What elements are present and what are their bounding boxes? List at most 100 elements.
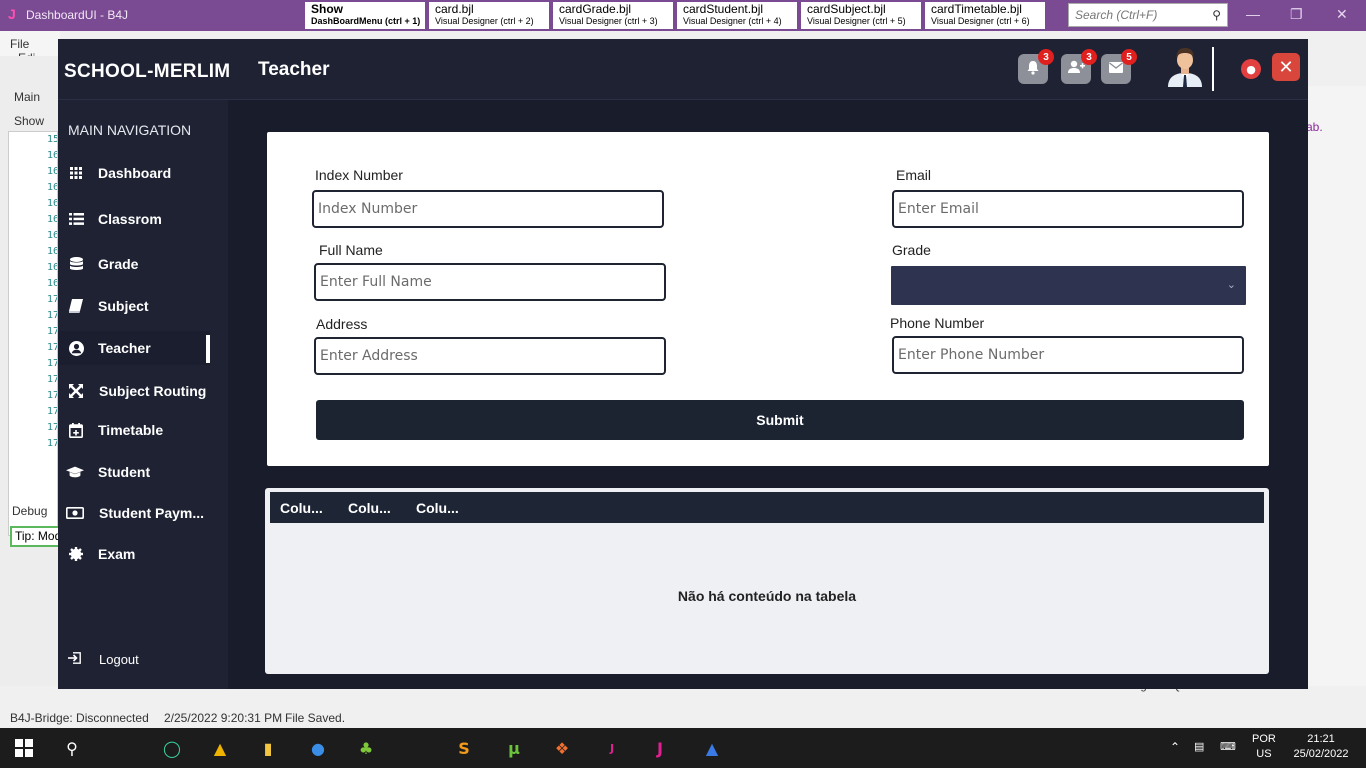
taskbar-folder-icon[interactable]: ▮ bbox=[256, 736, 280, 760]
ide-menu-bar: File Edi bbox=[0, 31, 60, 65]
ide-tab-name: cardGrade.bjl bbox=[559, 2, 632, 16]
ide-right-panel: ab. bbox=[1306, 86, 1366, 686]
list-icon bbox=[67, 210, 85, 228]
taskbar-browser-icon[interactable]: ● bbox=[306, 736, 330, 760]
grade-select[interactable]: ⌄ bbox=[891, 266, 1246, 305]
table-empty-message: Não há conteúdo na tabela bbox=[677, 588, 857, 604]
logout-label: Logout bbox=[99, 652, 139, 667]
sidebar-item-dashboard[interactable]: Dashboard bbox=[58, 156, 210, 190]
ide-tab-card[interactable]: card.bjl Visual Designer (ctrl + 2) bbox=[429, 2, 549, 29]
taskbar-clover-icon[interactable]: ♣ bbox=[354, 736, 378, 760]
address-input[interactable] bbox=[314, 337, 666, 375]
phone-number-input[interactable] bbox=[892, 336, 1244, 374]
line-number: 16 bbox=[47, 262, 58, 273]
ide-main-label[interactable]: Main bbox=[14, 90, 40, 104]
expand-arrows-icon bbox=[67, 382, 85, 400]
ide-tab-sub: Visual Designer (ctrl + 2) bbox=[435, 16, 534, 26]
search-icon: ⚲ bbox=[1212, 8, 1221, 22]
full-name-input[interactable] bbox=[314, 263, 666, 301]
ide-tab-sub: Visual Designer (ctrl + 5) bbox=[807, 16, 906, 26]
table-column-header[interactable]: Colu... bbox=[406, 500, 474, 516]
sidebar-item-teacher[interactable]: Teacher bbox=[58, 331, 210, 365]
tray-chevron-icon[interactable]: ⌃ bbox=[1170, 740, 1180, 755]
sidebar-item-timetable[interactable]: Timetable bbox=[58, 413, 210, 447]
page-title: Teacher bbox=[258, 59, 330, 80]
app-close-button[interactable]: ✕ bbox=[1272, 53, 1300, 81]
header-separator bbox=[1212, 47, 1214, 91]
sidebar-item-student-payment[interactable]: Student Paym... bbox=[58, 496, 210, 530]
ide-tab-show[interactable]: Show DashBoardMenu (ctrl + 1) bbox=[305, 2, 425, 29]
taskbar-b4j-icon[interactable]: J bbox=[600, 736, 624, 760]
table-column-header[interactable]: Colu... bbox=[270, 500, 338, 516]
sidebar-item-student[interactable]: Student bbox=[58, 455, 210, 489]
sidebar-item-subject[interactable]: Subject bbox=[58, 289, 210, 323]
email-input[interactable] bbox=[892, 190, 1244, 228]
windows-start-icon[interactable] bbox=[12, 736, 36, 760]
logout-button[interactable]: Logout bbox=[58, 648, 210, 672]
address-label: Address bbox=[316, 316, 368, 332]
ide-show-label[interactable]: Show bbox=[14, 114, 44, 128]
ide-tab-card-timetable[interactable]: cardTimetable.bjl Visual Designer (ctrl … bbox=[925, 2, 1045, 29]
main-content: Index Number Email Full Name Grade ⌄ Add… bbox=[228, 100, 1308, 689]
taskbar-app-icon[interactable]: ▲ bbox=[700, 736, 724, 760]
taskbar-app-icon[interactable]: ▲ bbox=[208, 736, 232, 760]
line-number: 16 bbox=[47, 166, 58, 177]
taskbar-sublime-icon[interactable]: S bbox=[452, 736, 476, 760]
tray-notes-icon[interactable]: ▤ bbox=[1194, 740, 1204, 755]
cog-icon bbox=[67, 545, 85, 563]
ide-tab-card-subject[interactable]: cardSubject.bjl Visual Designer (ctrl + … bbox=[801, 2, 921, 29]
ide-right-snippet: ab. bbox=[1306, 120, 1323, 134]
notifications-button[interactable]: 3 bbox=[1018, 49, 1054, 84]
record-button[interactable]: ● bbox=[1241, 59, 1261, 79]
sidebar-item-subject-routing[interactable]: Subject Routing bbox=[58, 374, 210, 408]
sidebar-item-grade[interactable]: Grade bbox=[58, 247, 210, 281]
tray-clock[interactable]: 21:21 25/02/2022 bbox=[1288, 732, 1354, 762]
minimize-icon[interactable]: — bbox=[1246, 6, 1260, 22]
ide-tab-card-student[interactable]: cardStudent.bjl Visual Designer (ctrl + … bbox=[677, 2, 797, 29]
ide-search-input[interactable]: Search (Ctrl+F) ⚲ bbox=[1068, 3, 1228, 27]
taskbar-torrent-icon[interactable]: μ bbox=[502, 736, 526, 760]
ide-tab-card-grade[interactable]: cardGrade.bjl Visual Designer (ctrl + 3) bbox=[553, 2, 673, 29]
money-bill-icon bbox=[66, 504, 84, 522]
ide-debug-label[interactable]: Debug bbox=[12, 504, 47, 518]
envelope-icon bbox=[1109, 61, 1123, 77]
avatar[interactable] bbox=[1166, 45, 1204, 87]
line-number: 16 bbox=[47, 198, 58, 209]
sidebar-item-label: Exam bbox=[98, 546, 136, 562]
table-column-header[interactable]: Colu... bbox=[338, 500, 406, 516]
submit-button[interactable]: Submit bbox=[316, 400, 1244, 440]
taskbar-b4j-icon[interactable]: J bbox=[648, 736, 672, 760]
user-plus-icon bbox=[1067, 60, 1085, 78]
record-icon: ● bbox=[1246, 62, 1256, 76]
ide-tab-name: card.bjl bbox=[435, 2, 474, 16]
user-requests-button[interactable]: 3 bbox=[1061, 49, 1097, 84]
user-circle-icon bbox=[67, 339, 85, 357]
ide-tab-sub: Visual Designer (ctrl + 6) bbox=[931, 16, 1030, 26]
notification-badge: 3 bbox=[1038, 49, 1054, 65]
sidebar-item-classrom[interactable]: Classrom bbox=[58, 202, 210, 236]
taskbar-xampp-icon[interactable]: ❖ bbox=[550, 736, 574, 760]
messages-button[interactable]: 5 bbox=[1101, 49, 1137, 84]
line-number: 16 bbox=[47, 278, 58, 289]
tray-language[interactable]: POR US bbox=[1252, 732, 1276, 762]
tray-lang: POR bbox=[1252, 733, 1276, 745]
window-close-icon[interactable]: ✕ bbox=[1336, 6, 1348, 23]
sidebar-item-label: Student Paym... bbox=[99, 505, 205, 521]
status-datetime: 2/25/2022 9:20:31 PM bbox=[164, 711, 283, 725]
taskbar-search-icon[interactable]: ⚲ bbox=[60, 736, 84, 760]
line-number: 17 bbox=[47, 422, 58, 433]
index-number-input[interactable] bbox=[312, 190, 664, 228]
sidebar-item-label: Grade bbox=[98, 256, 139, 272]
teachers-table: Colu... Colu... Colu... Não há conteúdo … bbox=[265, 488, 1269, 674]
line-number: 16 bbox=[47, 230, 58, 241]
database-icon bbox=[67, 255, 85, 273]
tray-date: 25/02/2022 bbox=[1293, 748, 1349, 760]
menu-file[interactable]: File bbox=[10, 37, 29, 51]
tray-keyboard-icon[interactable]: ⌨ bbox=[1220, 740, 1236, 755]
chevron-down-icon: ⌄ bbox=[1226, 278, 1236, 291]
restore-icon[interactable]: ❐ bbox=[1290, 6, 1303, 23]
sidebar-item-exam[interactable]: Exam bbox=[58, 537, 210, 571]
line-number: 17 bbox=[47, 294, 58, 305]
ide-tip-box: Tip: Mod bbox=[10, 526, 60, 547]
taskbar-app-icon[interactable]: ◯ bbox=[160, 736, 184, 760]
